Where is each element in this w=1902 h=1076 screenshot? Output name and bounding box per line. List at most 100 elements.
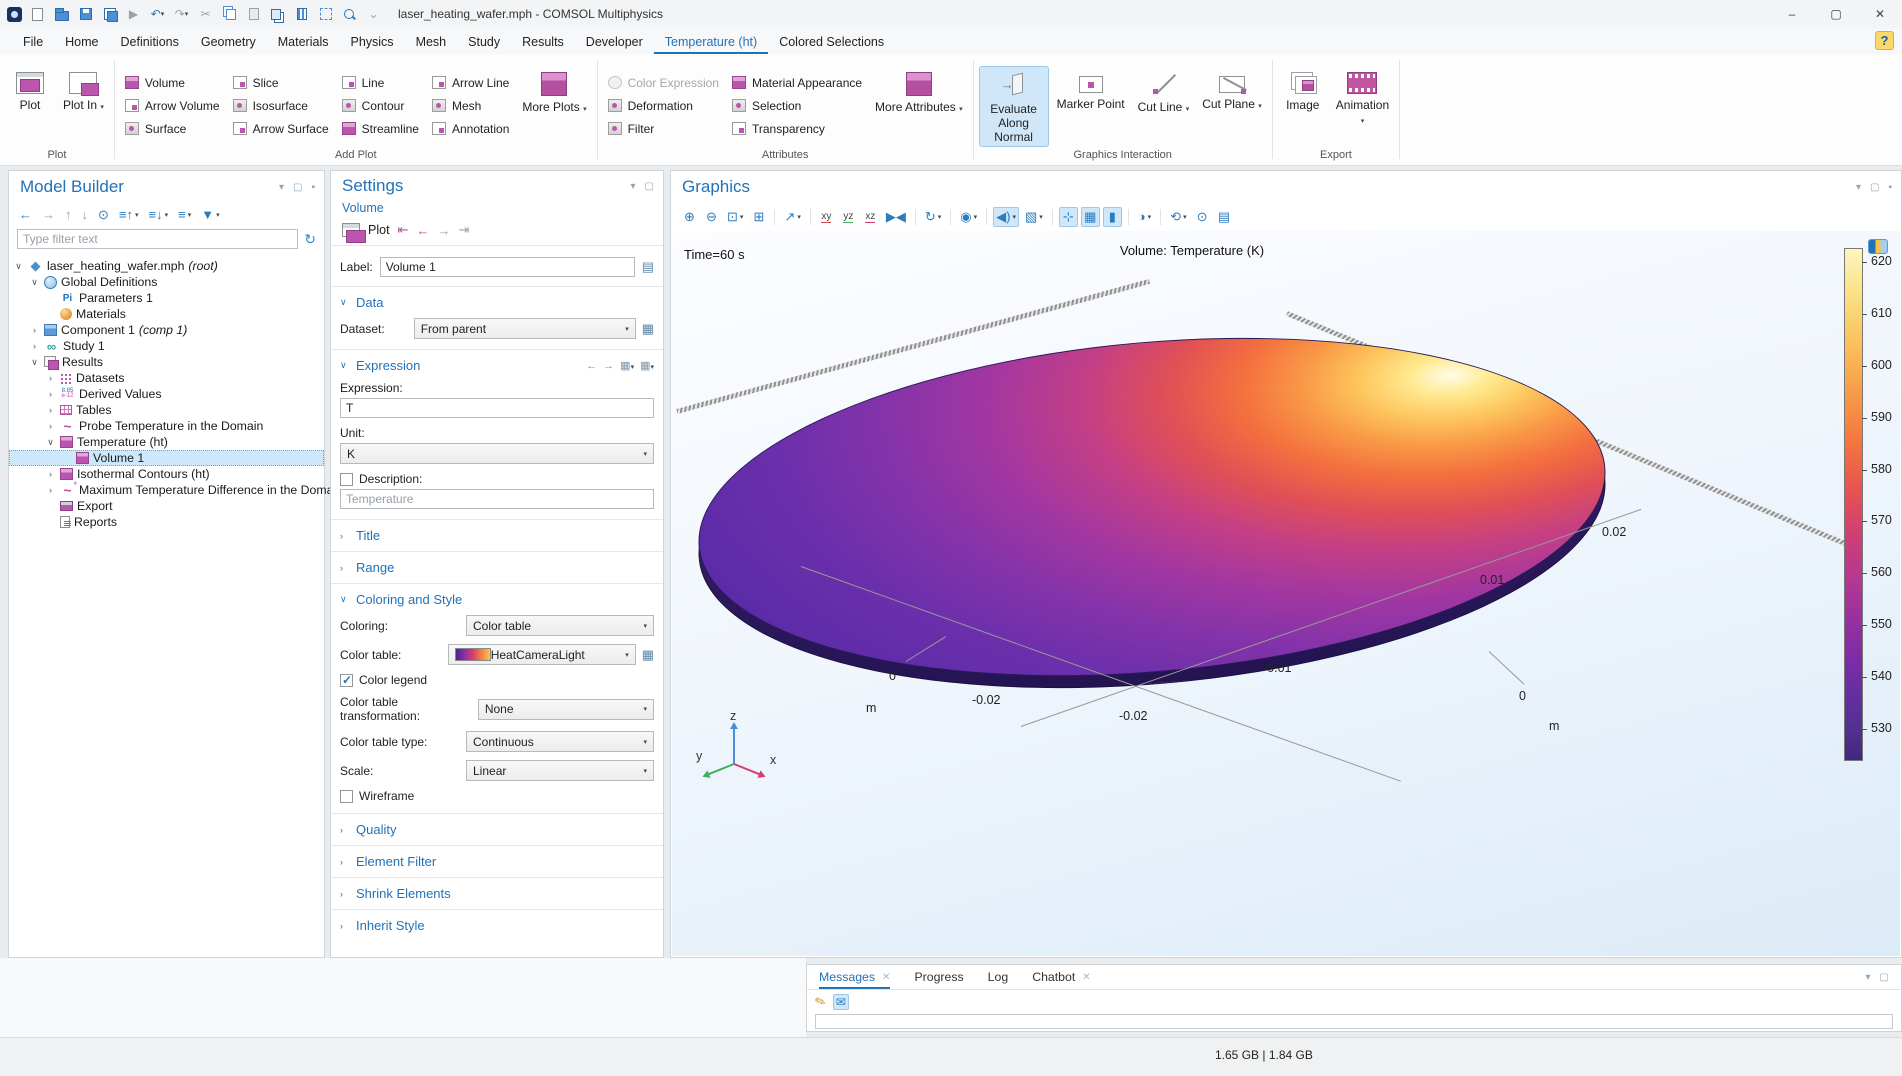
tab-physics[interactable]: Physics xyxy=(339,28,404,54)
tree-item-study[interactable]: › Study 1 xyxy=(9,338,324,354)
next-plot-icon[interactable]: → xyxy=(437,223,450,238)
isosurface-button[interactable]: Isosurface xyxy=(228,95,334,116)
copy-button[interactable] xyxy=(221,6,238,23)
snapshot-icon[interactable]: ⊙ xyxy=(1193,207,1212,227)
plot-button[interactable]: Plot xyxy=(5,66,55,115)
expression-input[interactable] xyxy=(340,398,654,418)
chevron-down-icon[interactable]: ∨ xyxy=(29,357,40,368)
chevron-right-icon[interactable]: › xyxy=(45,373,56,383)
tree-item-parameters[interactable]: Parameters 1 xyxy=(9,290,324,306)
streamline-button[interactable]: Streamline xyxy=(337,118,424,139)
plot-settings-icon[interactable] xyxy=(1868,239,1888,254)
contour-button[interactable]: Contour xyxy=(337,95,424,116)
transparency-view-icon[interactable]: ▧▾ xyxy=(1022,207,1046,227)
filter-tree-button[interactable]: ▼▾ xyxy=(201,207,219,222)
delete-button[interactable] xyxy=(293,6,310,23)
tree-item-volume-1[interactable]: Volume 1 xyxy=(9,450,324,466)
replace-expression-icon[interactable]: ▦▾ xyxy=(620,359,634,372)
chevron-down-icon[interactable]: ∨ xyxy=(13,261,24,272)
maximize-button[interactable]: ▢ xyxy=(1814,0,1858,28)
redo-button[interactable]: ↷▾ xyxy=(173,6,190,23)
chevron-down-icon[interactable]: ∨ xyxy=(29,277,40,288)
description-input[interactable] xyxy=(340,489,654,509)
new-file-button[interactable] xyxy=(29,6,46,23)
mesh-button[interactable]: Mesh xyxy=(427,95,514,116)
save-button[interactable] xyxy=(77,6,94,23)
panel-pin-icon[interactable]: ▪ xyxy=(311,182,315,193)
default-view-icon[interactable]: ↗▾ xyxy=(781,207,803,227)
cut-button[interactable]: ✂ xyxy=(197,6,214,23)
more-plots-button[interactable]: More Plots ▾ xyxy=(517,66,591,120)
tree-item-probe-temperature[interactable]: › Probe Temperature in the Domain xyxy=(9,418,324,434)
show-axes-toggle[interactable]: ⊹ xyxy=(1059,207,1078,227)
tree-item-temperature-ht[interactable]: ∨ Temperature (ht) xyxy=(9,434,324,450)
save-as-button[interactable] xyxy=(101,6,118,23)
panel-menu-icon[interactable]: ▾ xyxy=(631,181,636,192)
tab-geometry[interactable]: Geometry xyxy=(190,28,267,54)
settings-plot-button[interactable]: Plot xyxy=(368,223,390,237)
chevron-right-icon[interactable]: › xyxy=(29,341,40,351)
section-inherit-style-header[interactable]: › Inherit Style xyxy=(340,918,654,933)
section-shrink-elements-header[interactable]: › Shrink Elements xyxy=(340,886,654,901)
tab-materials[interactable]: Materials xyxy=(267,28,340,54)
arrow-volume-button[interactable]: Arrow Volume xyxy=(120,95,225,116)
chevron-right-icon[interactable]: › xyxy=(45,389,56,399)
section-range-header[interactable]: › Range xyxy=(340,560,654,575)
section-element-filter-header[interactable]: › Element Filter xyxy=(340,854,654,869)
plot-in-button[interactable]: Plot In ▾ xyxy=(58,66,109,118)
model-tree-nodes-button[interactable]: ≡▾ xyxy=(178,207,191,222)
select-box-button[interactable] xyxy=(317,6,334,23)
color-table-transformation-dropdown[interactable]: None ▾ xyxy=(478,699,654,720)
paste-button[interactable] xyxy=(245,6,262,23)
line-button[interactable]: Line xyxy=(337,72,424,93)
close-tab-icon[interactable]: ✕ xyxy=(1082,972,1090,983)
tree-item-root[interactable]: ∨ laser_heating_wafer.mph (root) xyxy=(9,258,324,274)
plot-canvas[interactable]: Time=60 s Volume: Temperature (K) 0.02 0… xyxy=(672,231,1900,956)
chevron-right-icon[interactable]: › xyxy=(45,485,56,495)
color-table-browse-icon[interactable]: ▦ xyxy=(642,647,654,663)
tree-item-tables[interactable]: › Tables xyxy=(9,402,324,418)
section-title-header[interactable]: › Title xyxy=(340,528,654,543)
customize-toolbar-button[interactable]: ⌄ xyxy=(365,6,382,23)
cut-plane-button[interactable]: Cut Plane ▾ xyxy=(1197,66,1267,117)
panel-pin-icon[interactable]: ▪ xyxy=(1888,182,1892,193)
view-yz-icon[interactable]: yz xyxy=(839,207,858,227)
zoom-in-icon[interactable]: ⊕ xyxy=(680,207,699,227)
next-expression-icon[interactable]: → xyxy=(603,360,614,372)
insert-expression-icon[interactable]: ▦▾ xyxy=(640,359,654,372)
first-plot-icon[interactable]: ⇤ xyxy=(398,222,409,238)
selection-button[interactable]: Selection xyxy=(727,95,867,116)
message-window-icon[interactable]: ✉ xyxy=(833,994,849,1010)
close-tab-icon[interactable]: ✕ xyxy=(882,972,890,983)
move-down-button[interactable]: ↓ xyxy=(82,207,89,222)
annotation-button[interactable]: Annotation xyxy=(427,118,514,139)
tab-log[interactable]: Log xyxy=(988,965,1009,989)
tab-colored-selections[interactable]: Colored Selections xyxy=(768,28,895,54)
open-button[interactable] xyxy=(53,6,70,23)
chevron-down-icon[interactable]: ∨ xyxy=(45,437,56,448)
marker-point-button[interactable]: Marker Point xyxy=(1052,66,1130,114)
tab-mesh[interactable]: Mesh xyxy=(405,28,458,54)
wireframe-checkbox[interactable] xyxy=(340,790,353,803)
forward-button[interactable]: → xyxy=(42,207,55,222)
unit-dropdown[interactable]: K ▾ xyxy=(340,443,654,464)
tree-item-results[interactable]: ∨ Results xyxy=(9,354,324,370)
tree-item-export[interactable]: Export xyxy=(9,498,324,514)
chevron-right-icon[interactable]: › xyxy=(45,469,56,479)
tree-item-datasets[interactable]: › Datasets xyxy=(9,370,324,386)
panel-float-icon[interactable]: ▢ xyxy=(1870,182,1879,193)
section-data-header[interactable]: ∨ Data xyxy=(340,295,654,310)
tab-results[interactable]: Results xyxy=(511,28,575,54)
previous-plot-icon[interactable]: ← xyxy=(416,223,429,238)
panel-menu-icon[interactable]: ▾ xyxy=(1866,972,1871,983)
tab-progress[interactable]: Progress xyxy=(914,965,963,989)
filter-button[interactable]: Filter xyxy=(603,118,724,139)
panel-float-icon[interactable]: ▢ xyxy=(645,181,654,192)
print-icon[interactable]: ▤ xyxy=(1215,207,1234,227)
refresh-icon[interactable]: ↻ xyxy=(304,231,316,248)
tab-temperature-ht[interactable]: Temperature (ht) xyxy=(654,28,768,54)
material-appearance-button[interactable]: Material Appearance xyxy=(727,72,867,93)
tree-item-isothermal-contours[interactable]: › Isothermal Contours (ht) xyxy=(9,466,324,482)
zoom-box-icon[interactable]: ⊡▾ xyxy=(724,207,746,227)
tab-chatbot[interactable]: Chatbot ✕ xyxy=(1032,965,1090,989)
